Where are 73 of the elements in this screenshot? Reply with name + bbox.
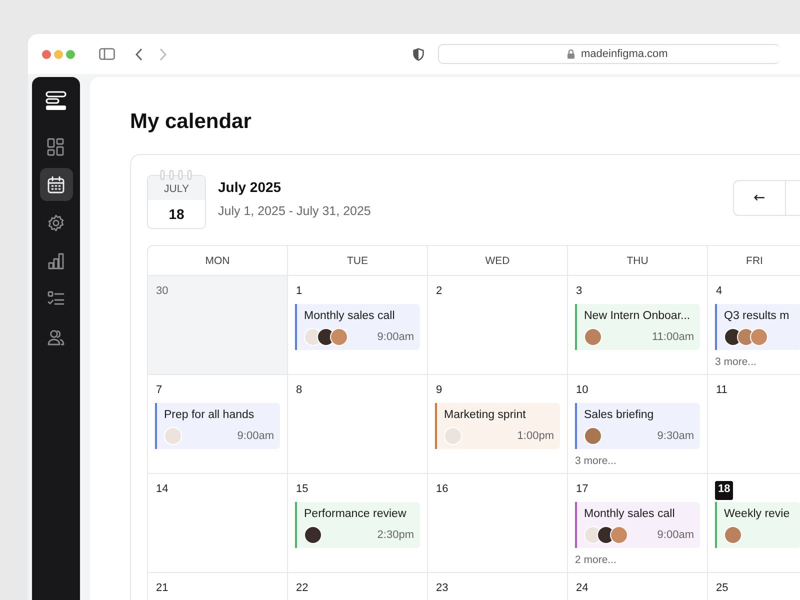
more-events-link[interactable]: 3 more... xyxy=(575,455,700,467)
more-events-link[interactable]: 3 more... xyxy=(715,356,800,368)
back-icon[interactable] xyxy=(135,48,143,60)
event-time: 9:00am xyxy=(377,331,414,343)
event-time: 11:00am xyxy=(652,331,694,343)
day-number: 8 xyxy=(295,383,304,398)
event-card[interactable]: Monthly sales call 9:00am xyxy=(575,502,700,548)
event-time: 1:00pm xyxy=(517,430,554,442)
event-title: Sales briefing xyxy=(584,408,655,422)
sidebar-toggle-icon[interactable] xyxy=(99,48,115,60)
event-card[interactable]: Weekly revie xyxy=(715,502,800,548)
weekday-header: TUE xyxy=(288,246,428,276)
event-card[interactable]: Monthly sales call 9:00am xyxy=(295,304,420,350)
logo-icon xyxy=(45,90,67,112)
event-title: Weekly revie xyxy=(724,507,791,521)
more-events-link[interactable]: 2 more... xyxy=(575,554,700,566)
day-number: 22 xyxy=(295,581,310,596)
sidebar-item[interactable] xyxy=(40,168,72,201)
event-card[interactable]: Performance review 2:30pm xyxy=(295,502,420,548)
day-number: 14 xyxy=(155,482,170,497)
event-card[interactable]: New Intern Onboar... 11:00am xyxy=(575,304,700,350)
event-card[interactable]: Marketing sprint 1:00pm xyxy=(435,403,560,449)
day-number: 23 xyxy=(435,581,450,596)
day-number: 4 xyxy=(715,284,724,299)
dashboard-icon xyxy=(47,138,65,156)
event-card[interactable]: Prep for all hands 9:00am xyxy=(155,403,280,449)
weekday-header: FRI xyxy=(708,246,800,276)
checklist-icon xyxy=(47,290,65,308)
day-number: 25 xyxy=(715,581,730,596)
url-text: madeinfigma.com xyxy=(581,48,668,60)
event-title: Prep for all hands xyxy=(164,408,256,422)
event-card[interactable]: Q3 results m xyxy=(715,304,800,350)
event-time: 2:30pm xyxy=(377,529,414,541)
event-title: New Intern Onboar... xyxy=(584,309,692,323)
calendar-icon xyxy=(47,176,65,194)
month-title: July 2025 xyxy=(218,179,282,195)
badge-month: JULY xyxy=(148,176,205,200)
settings-icon xyxy=(47,214,65,232)
day-number: 3 xyxy=(575,284,584,299)
previous-button[interactable]: ← xyxy=(734,181,786,215)
weekday-header: WED xyxy=(428,246,568,276)
weekday-header: THU xyxy=(568,246,708,276)
day-number: 30 xyxy=(155,284,170,299)
event-title: Performance review xyxy=(304,507,408,521)
date-range: July 1, 2025 - July 31, 2025 xyxy=(218,204,371,218)
event-title: Q3 results m xyxy=(724,309,790,323)
day-number: 17 xyxy=(575,482,590,497)
event-time: 9:00am xyxy=(237,430,274,442)
badge-day: 18 xyxy=(148,200,205,228)
close-window-icon[interactable] xyxy=(42,50,51,58)
event-title: Marketing sprint xyxy=(444,408,527,422)
day-number: 1 xyxy=(295,284,304,299)
day-number: 2 xyxy=(435,284,444,299)
day-number: 7 xyxy=(155,383,164,398)
day-number: 11 xyxy=(715,383,728,398)
event-time: 9:00am xyxy=(657,529,694,541)
day-number: 18 xyxy=(715,481,734,500)
day-number: 10 xyxy=(575,383,590,398)
lock-icon xyxy=(567,49,575,59)
page-title: My calendar xyxy=(130,109,252,135)
day-number: 21 xyxy=(155,581,170,596)
day-number: 15 xyxy=(295,482,310,497)
event-time: 9:30am xyxy=(657,430,694,442)
event-card[interactable]: Sales briefing 9:30am xyxy=(575,403,700,449)
event-title: Monthly sales call xyxy=(584,507,676,521)
event-title: Monthly sales call xyxy=(304,309,396,323)
day-number: 9 xyxy=(435,383,444,398)
users-icon xyxy=(47,328,65,346)
day-number: 24 xyxy=(575,581,590,596)
shield-icon[interactable] xyxy=(413,48,424,60)
chart-icon xyxy=(47,252,65,270)
day-number: 16 xyxy=(435,482,450,497)
address-bar[interactable]: madeinfigma.com xyxy=(438,44,780,64)
